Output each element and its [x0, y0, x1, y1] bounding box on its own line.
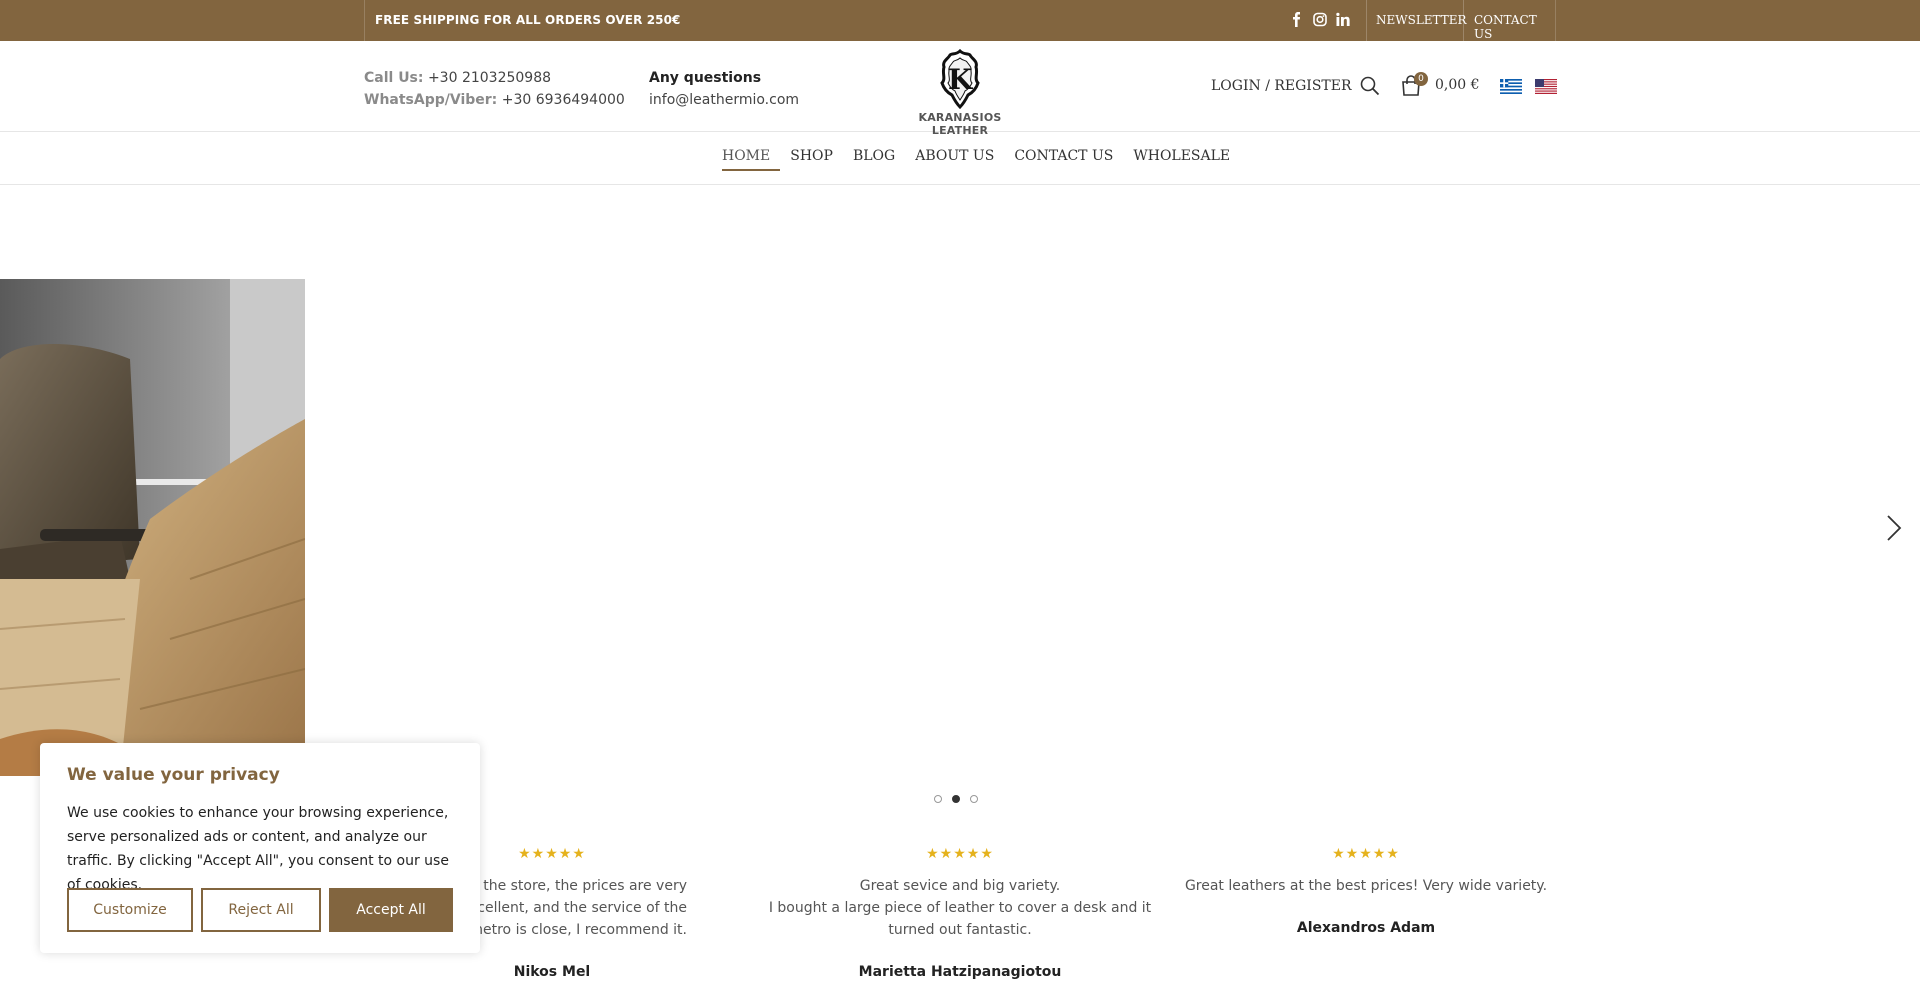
- logo-letter: K: [948, 63, 974, 96]
- social-links: [1290, 12, 1350, 27]
- main-nav: HOME SHOP BLOG ABOUT US CONTACT US WHOLE…: [0, 132, 1920, 185]
- search-icon[interactable]: [1360, 76, 1380, 96]
- slider-dot-1[interactable]: [934, 795, 942, 803]
- nav-item-wholesale[interactable]: WHOLESALE: [1123, 148, 1240, 164]
- customize-button[interactable]: Customize: [67, 888, 193, 932]
- accept-all-button[interactable]: Accept All: [329, 888, 453, 932]
- email-info: Any questions info@leathermio.com: [649, 67, 799, 111]
- newsletter-link[interactable]: NEWSLETTER: [1376, 13, 1467, 27]
- slider-dot-3[interactable]: [970, 795, 978, 803]
- shipping-notice: FREE SHIPPING FOR ALL ORDERS OVER 250€: [375, 13, 681, 27]
- top-bar: FREE SHIPPING FOR ALL ORDERS OVER 250€ N…: [0, 0, 1920, 41]
- questions-label: Any questions: [649, 70, 762, 86]
- rating-stars: ★★★★★: [1332, 846, 1400, 862]
- slider-image-leather-sofa: [0, 279, 305, 776]
- whatsapp-label: WhatsApp/Viber:: [364, 92, 498, 108]
- instagram-icon[interactable]: [1313, 12, 1327, 27]
- slider-next-arrow-icon[interactable]: [1884, 513, 1904, 543]
- linkedin-icon[interactable]: [1336, 12, 1350, 27]
- cookie-text: We use cookies to enhance your browsing …: [67, 805, 449, 893]
- testimonial-3: ★★★★★ Great leathers at the best prices!…: [1166, 843, 1566, 939]
- testimonial-text-line: Great sevice and big variety.: [859, 878, 1061, 894]
- testimonial-text-line: I bought a large piece of leather to cov…: [768, 900, 1152, 916]
- cookie-consent-popup: We value your privacy We use cookies to …: [40, 743, 480, 953]
- testimonial-text-line: Great leathers at the best prices! Very …: [1184, 878, 1548, 894]
- phone-info: Call Us: +30 2103250988 WhatsApp/Viber: …: [364, 67, 625, 111]
- cart-count-badge: 0: [1414, 72, 1428, 86]
- slider-pagination: [934, 795, 978, 803]
- us-flag-icon[interactable]: [1535, 79, 1557, 94]
- site-logo[interactable]: K KARANASIOS LEATHER: [898, 48, 1022, 137]
- rating-stars: ★★★★★: [926, 846, 994, 862]
- nav-item-shop[interactable]: SHOP: [780, 148, 843, 164]
- testimonial-author: Alexandros Adam: [1296, 920, 1436, 936]
- testimonial-author: Nikos Mel: [513, 964, 591, 980]
- nav-item-contact-us[interactable]: CONTACT US: [1004, 148, 1123, 164]
- divider: [1463, 0, 1464, 41]
- whatsapp-number[interactable]: +30 6936494000: [502, 92, 625, 108]
- site-header: Call Us: +30 2103250988 WhatsApp/Viber: …: [0, 41, 1920, 137]
- nav-items: HOME SHOP BLOG ABOUT US CONTACT US WHOLE…: [722, 148, 1240, 171]
- email-link[interactable]: info@leathermio.com: [649, 89, 799, 111]
- nav-item-blog[interactable]: BLOG: [843, 148, 905, 164]
- cookie-title: We value your privacy: [67, 765, 280, 785]
- greek-flag-icon[interactable]: [1500, 79, 1522, 94]
- cart-total[interactable]: 0,00 €: [1435, 77, 1480, 93]
- slider-dot-2[interactable]: [952, 795, 960, 803]
- call-label: Call Us:: [364, 70, 424, 86]
- facebook-icon[interactable]: [1290, 12, 1303, 27]
- testimonial-2: ★★★★★ Great sevice and big variety. I bo…: [760, 843, 1160, 983]
- nav-item-home[interactable]: HOME: [722, 148, 781, 171]
- testimonial-text-line: turned out fantastic.: [888, 922, 1032, 938]
- nav-item-about-us[interactable]: ABOUT US: [905, 148, 1004, 164]
- testimonial-author: Marietta Hatzipanagiotou: [858, 964, 1062, 980]
- login-register-link[interactable]: LOGIN / REGISTER: [1211, 78, 1352, 94]
- call-number[interactable]: +30 2103250988: [428, 70, 551, 86]
- contact-us-top-link[interactable]: CONTACT US: [1474, 13, 1555, 41]
- divider: [1366, 0, 1367, 41]
- top-bar-inner: FREE SHIPPING FOR ALL ORDERS OVER 250€ N…: [364, 0, 1556, 41]
- reject-all-button[interactable]: Reject All: [201, 888, 321, 932]
